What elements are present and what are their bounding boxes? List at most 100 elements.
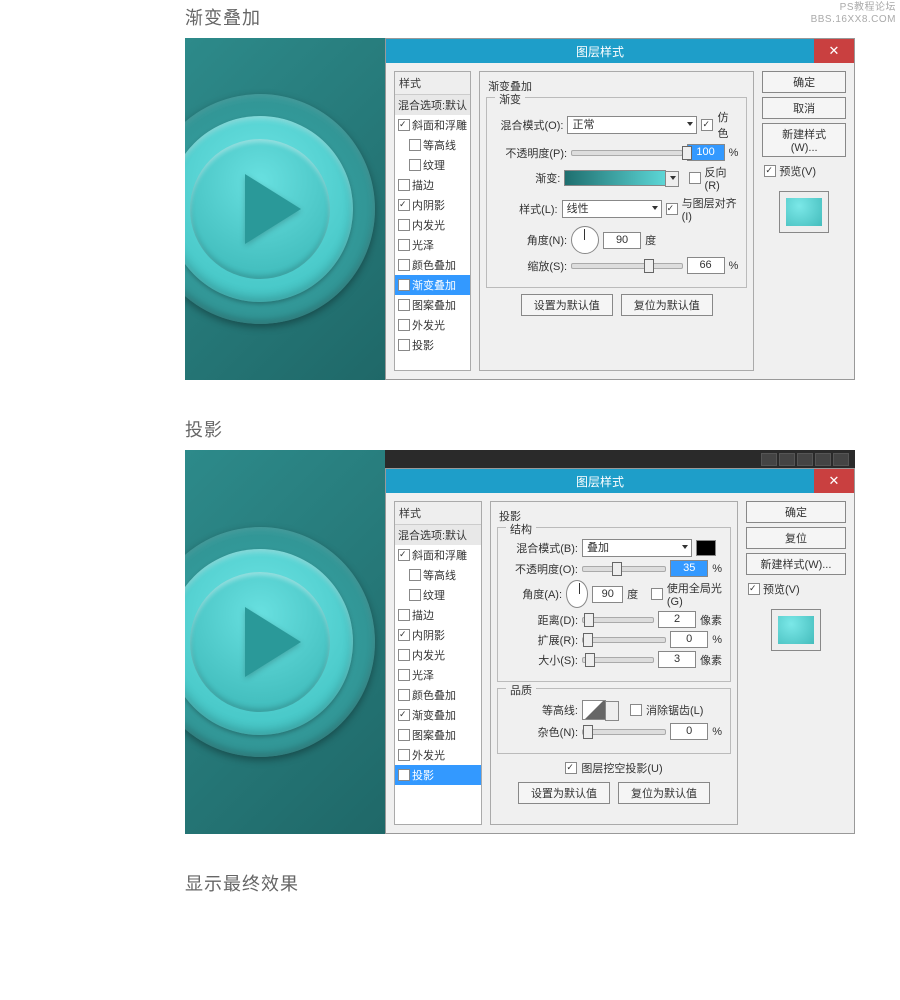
style-item[interactable]: 斜面和浮雕	[395, 545, 481, 565]
scale-slider[interactable]	[571, 263, 683, 269]
style-checkbox[interactable]	[398, 669, 410, 681]
style-item[interactable]: 颜色叠加	[395, 255, 470, 275]
reverse-checkbox[interactable]	[689, 172, 701, 184]
style-item[interactable]: 内发光	[395, 645, 481, 665]
new-style-button[interactable]: 新建样式(W)...	[762, 123, 846, 157]
opacity-slider[interactable]	[571, 150, 683, 156]
size-slider[interactable]	[582, 657, 654, 663]
close-icon[interactable]: ✕	[814, 469, 854, 493]
close-icon[interactable]: ✕	[814, 39, 854, 63]
style-item[interactable]: 颜色叠加	[395, 685, 481, 705]
style-item[interactable]: 纹理	[395, 155, 470, 175]
style-item[interactable]: 外发光	[395, 745, 481, 765]
style-checkbox[interactable]	[398, 279, 410, 291]
style-checkbox[interactable]	[398, 769, 410, 781]
new-style-button[interactable]: 新建样式(W)...	[746, 553, 846, 575]
style-checkbox[interactable]	[398, 629, 410, 641]
preview-checkbox[interactable]	[748, 583, 760, 595]
preview-checkbox[interactable]	[764, 165, 776, 177]
style-checkbox[interactable]	[398, 709, 410, 721]
style-checkbox[interactable]	[398, 729, 410, 741]
make-default-button[interactable]: 设置为默认值	[518, 782, 610, 804]
style-item[interactable]: 等高线	[395, 135, 470, 155]
opacity-value[interactable]: 100	[687, 144, 725, 161]
style-item[interactable]: 内阴影	[395, 195, 470, 215]
style-checkbox[interactable]	[398, 199, 410, 211]
style-item[interactable]: 描边	[395, 605, 481, 625]
antialias-checkbox[interactable]	[630, 704, 642, 716]
blend-mode-select[interactable]: 正常	[567, 116, 697, 134]
style-item[interactable]: 图案叠加	[395, 295, 470, 315]
noise-value[interactable]: 0	[670, 723, 708, 740]
knockout-checkbox[interactable]	[565, 762, 577, 774]
reset-default-button[interactable]: 复位为默认值	[618, 782, 710, 804]
contour-picker[interactable]	[582, 700, 606, 720]
distance-slider[interactable]	[582, 617, 654, 623]
style-item[interactable]: 描边	[395, 175, 470, 195]
make-default-button[interactable]: 设置为默认值	[521, 294, 613, 316]
style-checkbox[interactable]	[398, 549, 410, 561]
style-item[interactable]: 图案叠加	[395, 725, 481, 745]
style-item[interactable]: 投影	[395, 765, 481, 785]
angle-dial[interactable]	[566, 580, 588, 608]
style-item[interactable]: 混合选项:默认	[395, 525, 481, 545]
angle-value[interactable]: 90	[603, 232, 641, 249]
style-checkbox[interactable]	[409, 569, 421, 581]
spread-slider[interactable]	[582, 637, 666, 643]
style-item[interactable]: 斜面和浮雕	[395, 115, 470, 135]
size-value[interactable]: 3	[658, 651, 696, 668]
style-checkbox[interactable]	[398, 649, 410, 661]
panel-title: 渐变叠加	[488, 78, 747, 94]
style-label: 渐变叠加	[412, 707, 456, 723]
reset-default-button[interactable]: 复位为默认值	[621, 294, 713, 316]
cancel-button[interactable]: 复位	[746, 527, 846, 549]
spread-value[interactable]: 0	[670, 631, 708, 648]
angle-dial[interactable]	[571, 226, 599, 254]
style-checkbox[interactable]	[398, 179, 410, 191]
section1-title: 渐变叠加	[0, 0, 900, 38]
gradient-picker[interactable]	[564, 170, 666, 186]
style-checkbox[interactable]	[398, 689, 410, 701]
style-checkbox[interactable]	[409, 139, 421, 151]
style-checkbox[interactable]	[398, 299, 410, 311]
style-item[interactable]: 投影	[395, 335, 470, 355]
style-checkbox[interactable]	[398, 239, 410, 251]
style-checkbox[interactable]	[398, 259, 410, 271]
ok-button[interactable]: 确定	[762, 71, 846, 93]
style-list: 样式 混合选项:默认斜面和浮雕等高线纹理描边内阴影内发光光泽颜色叠加渐变叠加图案…	[394, 501, 482, 825]
style-item[interactable]: 内阴影	[395, 625, 481, 645]
style-checkbox[interactable]	[409, 589, 421, 601]
cancel-button[interactable]: 取消	[762, 97, 846, 119]
style-item[interactable]: 光泽	[395, 665, 481, 685]
style-item[interactable]: 光泽	[395, 235, 470, 255]
shadow-color-swatch[interactable]	[696, 540, 716, 556]
noise-slider[interactable]	[582, 729, 666, 735]
distance-value[interactable]: 2	[658, 611, 696, 628]
global-light-checkbox[interactable]	[651, 588, 663, 600]
opacity-value[interactable]: 35	[670, 560, 708, 577]
style-checkbox[interactable]	[398, 339, 410, 351]
style-item[interactable]: 纹理	[395, 585, 481, 605]
style-item[interactable]: 内发光	[395, 215, 470, 235]
scale-value[interactable]: 66	[687, 257, 725, 274]
style-select[interactable]: 线性	[562, 200, 662, 218]
style-checkbox[interactable]	[398, 319, 410, 331]
angle-value[interactable]: 90	[592, 586, 623, 603]
style-item[interactable]: 外发光	[395, 315, 470, 335]
style-item[interactable]: 渐变叠加	[395, 275, 470, 295]
style-checkbox[interactable]	[398, 119, 410, 131]
titlebar[interactable]: 图层样式 ✕	[386, 39, 854, 63]
style-checkbox[interactable]	[398, 609, 410, 621]
blend-mode-select[interactable]: 叠加	[582, 539, 692, 557]
style-item[interactable]: 渐变叠加	[395, 705, 481, 725]
style-item[interactable]: 混合选项:默认	[395, 95, 470, 115]
dither-checkbox[interactable]	[701, 119, 713, 131]
titlebar[interactable]: 图层样式 ✕	[386, 469, 854, 493]
align-checkbox[interactable]	[666, 203, 678, 215]
style-checkbox[interactable]	[398, 749, 410, 761]
style-item[interactable]: 等高线	[395, 565, 481, 585]
ok-button[interactable]: 确定	[746, 501, 846, 523]
style-checkbox[interactable]	[398, 219, 410, 231]
style-checkbox[interactable]	[409, 159, 421, 171]
opacity-slider[interactable]	[582, 566, 666, 572]
